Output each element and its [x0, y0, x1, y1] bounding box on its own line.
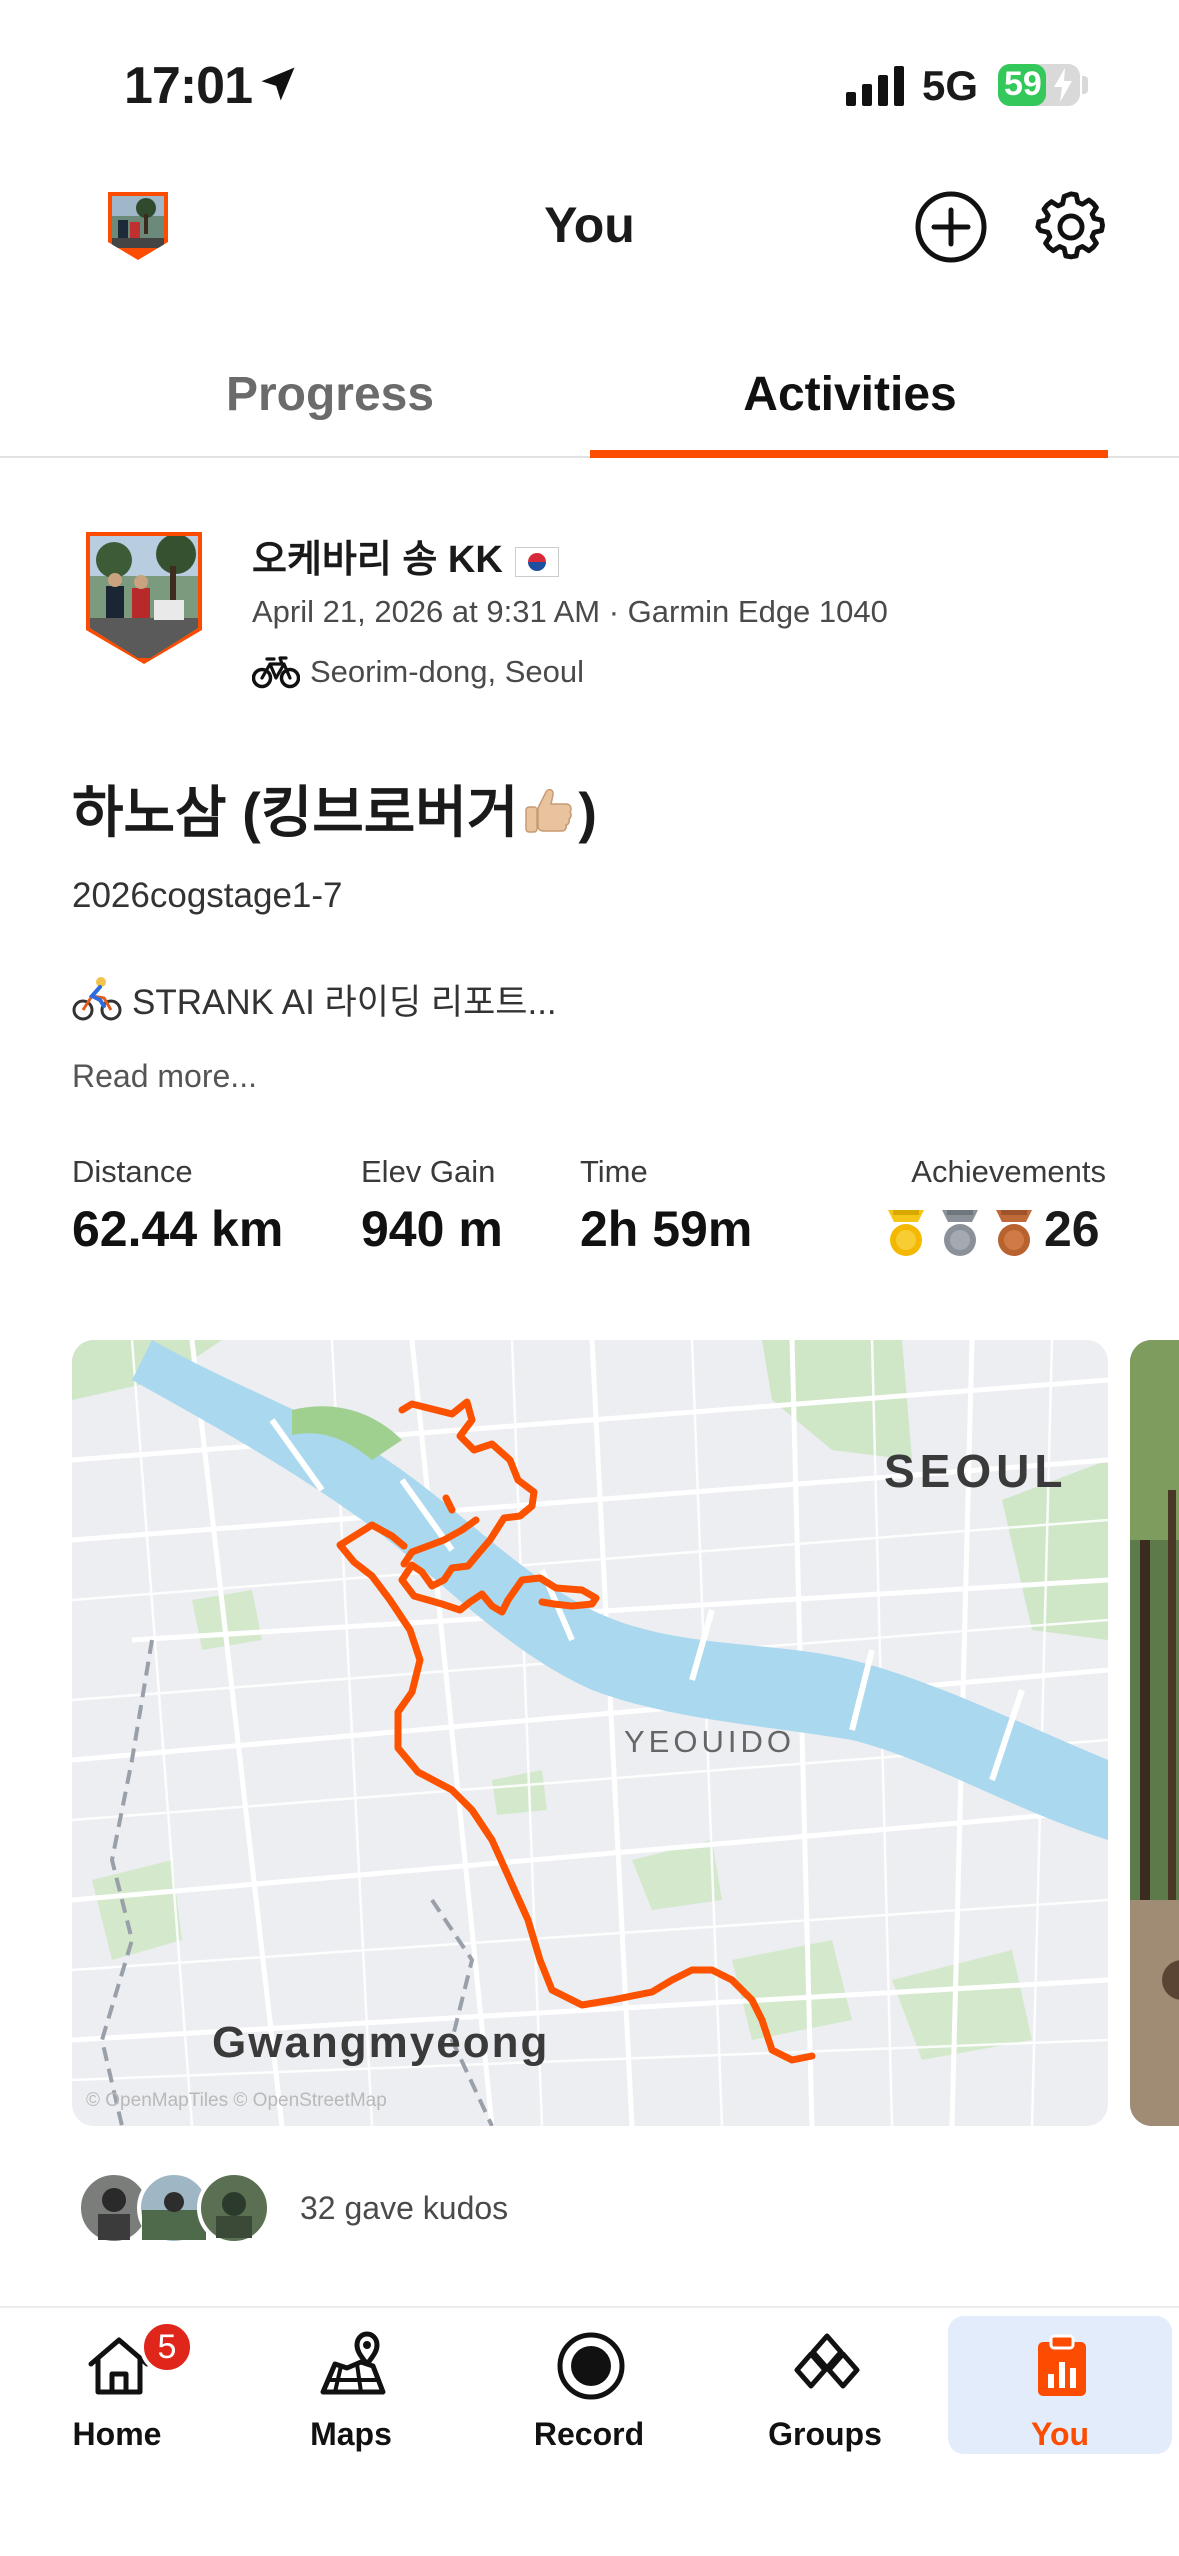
- tab-record-label: Record: [533, 2416, 645, 2452]
- time-label: Time: [580, 1154, 648, 1189]
- profile-tabs: Progress Activities: [0, 330, 1179, 458]
- tab-maps-label: Maps: [310, 2416, 392, 2452]
- route-map[interactable]: SEOUL YEOUIDO Gwangmyeong © OpenMapTiles…: [72, 1340, 1108, 2126]
- achievement-medals-icon: [888, 1210, 1032, 1256]
- athlete-name-text: 오케바리 송 KK: [252, 539, 503, 581]
- tab-progress[interactable]: Progress: [70, 330, 590, 458]
- read-more-link[interactable]: Read more...: [72, 1058, 257, 1095]
- network-type: 5G: [922, 62, 979, 109]
- activity-title-end: ): [578, 781, 598, 844]
- tab-you-label: You: [1030, 2416, 1090, 2452]
- page-title: You: [544, 197, 635, 253]
- location-arrow-icon: [261, 67, 295, 101]
- distance-label: Distance: [72, 1154, 193, 1189]
- home-notification-badge: 5: [140, 2320, 194, 2374]
- korea-flag-icon: [514, 546, 559, 577]
- kudos-count[interactable]: 32 gave kudos: [300, 2190, 508, 2227]
- thumbs-up-icon: [525, 788, 573, 833]
- tab-you[interactable]: You: [945, 2308, 1175, 2468]
- tab-record[interactable]: Record: [474, 2308, 704, 2468]
- battery-percent: 59: [1004, 65, 1042, 103]
- groups-icon: [794, 2333, 860, 2389]
- bottom-tab-bar: 5 Home Maps Record Groups You: [0, 2306, 1179, 2556]
- activity-photo-preview[interactable]: [1130, 1340, 1179, 2126]
- athlete-name[interactable]: 오케바리 송 KK: [252, 528, 559, 583]
- ai-report-row: STRANK AI 라이딩 리포트...: [72, 974, 557, 1024]
- achievements-label: Achievements: [911, 1154, 1106, 1189]
- elev-gain-value: 940 m: [361, 1201, 503, 1257]
- tab-activities[interactable]: Activities: [590, 330, 1110, 458]
- status-time: 17:01: [124, 57, 253, 115]
- activity-location: Seorim-dong, Seoul: [310, 654, 584, 689]
- activity-title[interactable]: 하노삼 (킹브로버거 ): [72, 768, 597, 849]
- distance-value: 62.44 km: [72, 1201, 284, 1257]
- activity-description: 2026cogstage1-7: [72, 876, 343, 915]
- tab-groups-label: Groups: [768, 2416, 882, 2452]
- map-label-seoul: SEOUL: [884, 1445, 1068, 1497]
- battery-cap: [1082, 76, 1088, 94]
- maps-icon: [320, 2331, 386, 2395]
- tab-groups[interactable]: Groups: [710, 2308, 940, 2468]
- time-value: 2h 59m: [580, 1201, 753, 1257]
- signal-icon: [846, 66, 904, 106]
- tab-maps[interactable]: Maps: [236, 2308, 466, 2468]
- tab-home-label: Home: [72, 2416, 162, 2452]
- battery-icon: 59: [998, 64, 1080, 106]
- activity-title-text: 하노삼 (킹브로버거: [72, 781, 519, 844]
- activity-meta: April 21, 2026 at 9:31 AM · Garmin Edge …: [252, 594, 888, 629]
- ai-report-text: STRANK AI 라이딩 리포트...: [132, 982, 557, 1022]
- activity-location-row: Seorim-dong, Seoul: [252, 650, 584, 694]
- gear-icon[interactable]: [1032, 188, 1110, 266]
- map-label-gwangmyeong: Gwangmyeong: [212, 2018, 550, 2067]
- map-label-yeouido: YEOUIDO: [624, 1724, 795, 1759]
- tab-home[interactable]: 5 Home: [2, 2308, 232, 2468]
- record-icon: [557, 2332, 625, 2400]
- athlete-avatar[interactable]: [84, 530, 204, 666]
- map-attribution: © OpenMapTiles © OpenStreetMap: [86, 2090, 387, 2111]
- active-tab-indicator: [590, 450, 1108, 458]
- charging-bolt-icon: [1054, 68, 1072, 102]
- bike-icon: [252, 656, 300, 689]
- achievements-value: 26: [1044, 1201, 1100, 1257]
- you-icon: [1038, 2334, 1086, 2396]
- kudos-avatars[interactable]: [76, 2170, 276, 2246]
- status-bar: 17:01 5G 59: [0, 0, 1179, 150]
- add-icon[interactable]: [912, 188, 990, 266]
- elev-gain-label: Elev Gain: [361, 1154, 496, 1189]
- cyclist-icon: [72, 977, 122, 1021]
